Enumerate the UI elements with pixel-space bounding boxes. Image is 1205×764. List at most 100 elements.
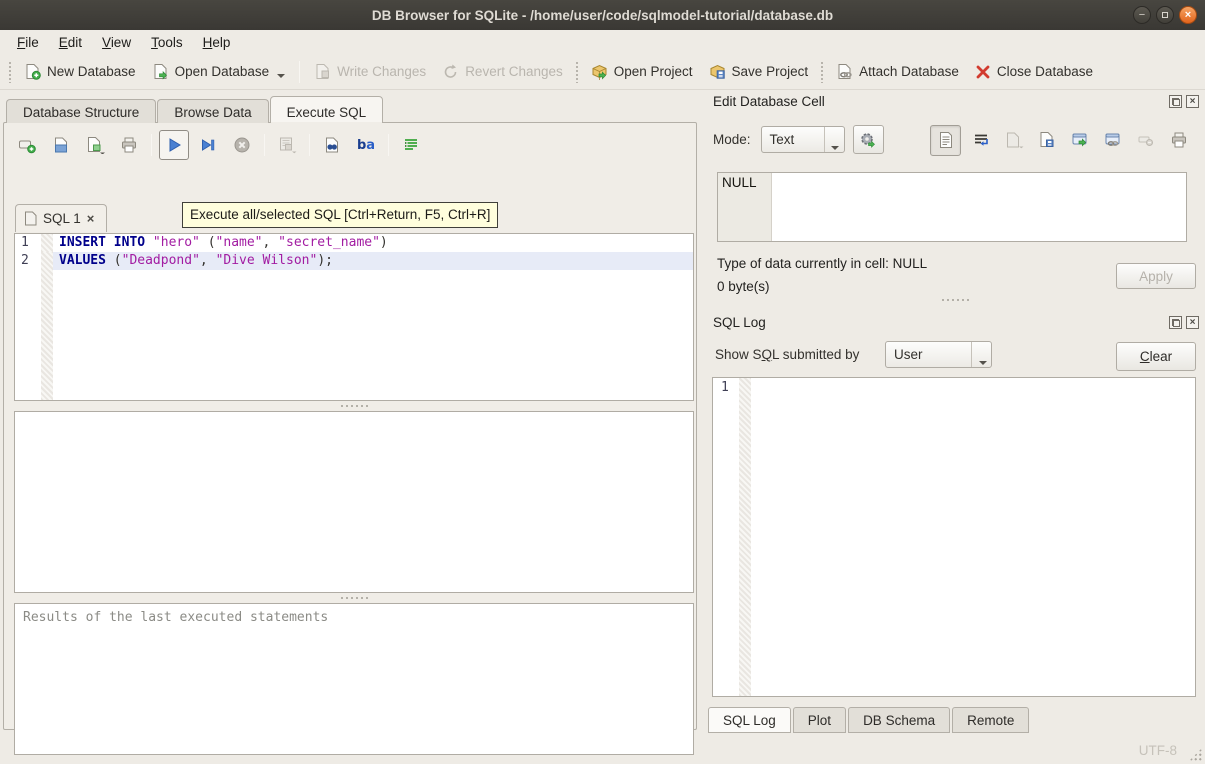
open-sql-tab-button[interactable]: [12, 130, 42, 160]
close-button[interactable]: ×: [1179, 6, 1197, 24]
close-sql-tab-icon[interactable]: ×: [87, 211, 95, 226]
right-dock: Edit Database Cell × Mode: Text: [705, 90, 1205, 738]
log-filter-select[interactable]: User: [885, 341, 992, 368]
copy-link-button[interactable]: [1099, 127, 1126, 154]
menu-file[interactable]: File: [8, 33, 48, 52]
log-filter-label: Show SQL submitted by: [715, 347, 859, 362]
dock-splitter[interactable]: [705, 296, 1205, 304]
tab-db-schema[interactable]: DB Schema: [848, 707, 950, 733]
cell-value-content[interactable]: [772, 173, 1186, 241]
autocomplete-button[interactable]: ba: [351, 130, 381, 160]
sql-doc-icon: [24, 211, 37, 226]
execute-all-button[interactable]: [159, 130, 189, 160]
sql-log-view[interactable]: 1: [712, 377, 1196, 697]
close-icon: ×: [1180, 7, 1196, 23]
print-cell-button[interactable]: [1165, 127, 1192, 154]
log-line-number: 1: [713, 378, 739, 696]
write-changes-button: Write Changes: [306, 59, 434, 84]
encoding-indicator[interactable]: UTF-8: [1139, 743, 1177, 758]
save-results-button: [272, 130, 302, 160]
open-database-label: Open Database: [175, 64, 270, 79]
messages-pane[interactable]: Results of the last executed statements: [14, 603, 694, 755]
cell-value: NULL: [718, 173, 772, 241]
menu-tools[interactable]: Tools: [142, 33, 192, 52]
tab-database-structure[interactable]: Database Structure: [6, 99, 156, 123]
revert-changes-label: Revert Changes: [465, 64, 563, 79]
open-external-button[interactable]: [1066, 127, 1093, 154]
sql-toolbar-separator: [388, 134, 389, 156]
tab-sql-log[interactable]: SQL Log: [708, 707, 791, 733]
open-sql-file-button[interactable]: [46, 130, 76, 160]
find-replace-button[interactable]: [317, 130, 347, 160]
save-project-button[interactable]: Save Project: [701, 59, 817, 84]
mode-select[interactable]: Text: [761, 126, 845, 153]
cell-value-editor[interactable]: NULL: [717, 172, 1187, 242]
mode-label: Mode:: [713, 132, 751, 147]
fold-margin: [41, 234, 53, 252]
sql-editor[interactable]: 1 INSERT INTO "hero" ("name", "secret_na…: [14, 233, 694, 401]
print-sql-button[interactable]: [114, 130, 144, 160]
open-database-menu-caret[interactable]: [277, 74, 285, 78]
open-project-label: Open Project: [614, 64, 693, 79]
open-project-button[interactable]: Open Project: [583, 59, 701, 84]
toolbar-grip[interactable]: [8, 61, 12, 83]
dock-close-icon[interactable]: ×: [1186, 95, 1199, 108]
maximize-icon: [1157, 7, 1173, 23]
results-grid[interactable]: [14, 411, 694, 593]
write-changes-label: Write Changes: [337, 64, 426, 79]
titlebar[interactable]: DB Browser for SQLite - /home/user/code/…: [0, 0, 1205, 30]
sql-doc-tab[interactable]: SQL 1 ×: [15, 204, 107, 232]
word-wrap-button[interactable]: [967, 127, 994, 154]
auto-switch-mode-button[interactable]: [853, 125, 884, 154]
toolbar-grip[interactable]: [820, 61, 824, 83]
close-database-button[interactable]: Close Database: [967, 60, 1101, 84]
tab-plot[interactable]: Plot: [793, 707, 846, 733]
minimize-button[interactable]: −: [1133, 6, 1151, 24]
import-file-icon: [1004, 131, 1024, 149]
log-filter-value: User: [894, 347, 963, 362]
editor-results-splitter[interactable]: [14, 402, 694, 410]
code-text: VALUES ("Deadpond", "Dive Wilson");: [53, 252, 693, 270]
write-changes-icon: [314, 63, 331, 80]
format-sql-button[interactable]: [396, 130, 426, 160]
mode-row: Mode: Text: [713, 125, 884, 154]
execute-line-button[interactable]: [193, 130, 223, 160]
attach-database-button[interactable]: Attach Database: [828, 59, 967, 84]
resize-grip[interactable]: [1189, 748, 1202, 761]
results-messages-splitter[interactable]: [14, 594, 694, 602]
autocomplete-icon: ba: [357, 138, 375, 153]
dock-close-icon[interactable]: ×: [1186, 316, 1199, 329]
log-content: [751, 378, 1195, 696]
menu-help[interactable]: Help: [194, 33, 240, 52]
menubar: File Edit View Tools Help: [0, 30, 1205, 54]
sql-doc-tab-label: SQL 1: [43, 211, 81, 226]
dock-float-icon[interactable]: [1169, 95, 1182, 108]
toolbar-grip[interactable]: [575, 61, 579, 83]
edit-cell-dock-buttons: ×: [1169, 95, 1199, 108]
tab-browse-data[interactable]: Browse Data: [157, 99, 268, 123]
menu-edit[interactable]: Edit: [50, 33, 91, 52]
apply-button: Apply: [1116, 263, 1196, 289]
tab-execute-sql[interactable]: Execute SQL: [270, 96, 384, 123]
new-database-button[interactable]: New Database: [16, 59, 144, 84]
sql-log-controls: Show SQL submitted by User Clear: [713, 341, 1199, 371]
open-database-button[interactable]: Open Database: [144, 59, 294, 84]
main-tabbar: Database Structure Browse Data Execute S…: [6, 96, 384, 123]
text-mode-button[interactable]: [930, 125, 961, 156]
open-database-icon: [152, 63, 169, 80]
tab-remote[interactable]: Remote: [952, 707, 1029, 733]
save-project-label: Save Project: [732, 64, 809, 79]
set-null-icon: [1137, 131, 1155, 149]
stop-icon: [233, 136, 251, 154]
save-sql-file-button[interactable]: [80, 130, 110, 160]
maximize-button[interactable]: [1156, 6, 1174, 24]
clear-log-button[interactable]: Clear: [1116, 342, 1196, 371]
new-database-label: New Database: [47, 64, 136, 79]
menu-view[interactable]: View: [93, 33, 140, 52]
export-cell-button[interactable]: [1033, 127, 1060, 154]
link-icon: [1104, 131, 1122, 149]
new-database-icon: [24, 63, 41, 80]
dock-float-icon[interactable]: [1169, 316, 1182, 329]
execute-line-icon: [199, 136, 217, 154]
execute-tooltip: Execute all/selected SQL [Ctrl+Return, F…: [182, 202, 498, 228]
